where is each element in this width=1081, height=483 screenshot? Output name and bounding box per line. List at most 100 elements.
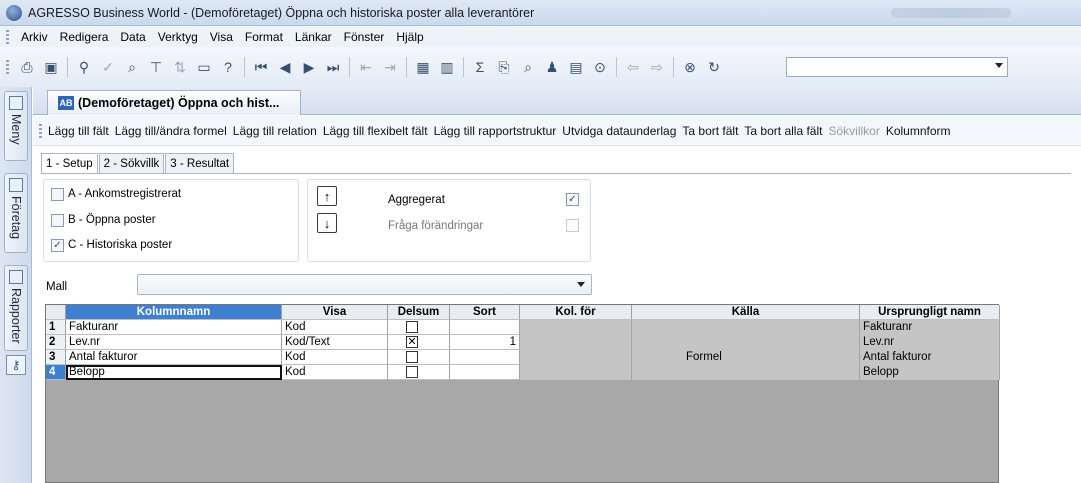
last-icon[interactable]: ⏭	[323, 57, 343, 77]
copy-icon[interactable]: ⎘	[494, 57, 514, 77]
filter-icon[interactable]: ⊤	[146, 57, 166, 77]
visa-cell[interactable]: Kod/Text	[282, 335, 388, 350]
action-9[interactable]: Kolumnform	[886, 124, 951, 138]
menu-arkiv[interactable]: Arkiv	[15, 30, 54, 44]
sort-icon[interactable]: ⇅	[170, 57, 190, 77]
table-row[interactable]: 3 Antal fakturor Kod Formel Antal fakturor	[46, 350, 1000, 365]
kol-for-cell	[520, 335, 632, 350]
delsum-checkbox[interactable]	[406, 366, 418, 378]
column-name-cell[interactable]: Lev.nr	[66, 335, 282, 350]
action-1[interactable]: Lägg till/ändra formel	[115, 124, 227, 138]
tab-setup[interactable]: 1 - Setup	[41, 153, 98, 174]
tab-sokvillk[interactable]: 2 - Sökvillk	[98, 153, 165, 173]
delsum-checkbox[interactable]: ✕	[406, 336, 418, 348]
column-name-cell[interactable]: Fakturanr	[66, 320, 282, 335]
move-up-button[interactable]: ↑	[317, 186, 337, 206]
find-icon[interactable]: ⚲	[74, 57, 94, 77]
screen-icon[interactable]: ▤	[566, 57, 586, 77]
menu-visa[interactable]: Visa	[204, 30, 239, 44]
action-2[interactable]: Lägg till relation	[233, 124, 317, 138]
aggregerat-checkbox[interactable]: ✓	[566, 193, 579, 206]
visa-cell[interactable]: Kod	[282, 320, 388, 335]
column-header[interactable]: Delsum	[388, 305, 450, 320]
column-header[interactable]: Källa	[632, 305, 860, 320]
next-icon[interactable]: ▶	[299, 57, 319, 77]
menu-lankar[interactable]: Länkar	[289, 30, 338, 44]
delsum-cell[interactable]: ✕	[388, 335, 450, 350]
option-b-checkbox[interactable]	[51, 214, 64, 227]
help-icon[interactable]: ?	[218, 57, 238, 77]
chevron-down-icon[interactable]	[995, 63, 1003, 68]
menu-data[interactable]: Data	[114, 30, 151, 44]
stop-icon[interactable]: ⊗	[680, 57, 700, 77]
delsum-checkbox[interactable]	[406, 321, 418, 333]
delsum-cell[interactable]	[388, 350, 450, 365]
sidebar-tab-rapporter[interactable]: Rapporter	[4, 265, 28, 351]
document-tab[interactable]: AB (Demoföretaget) Öppna och hist...	[47, 90, 301, 115]
table-icon[interactable]: ▦	[413, 57, 433, 77]
option-a-checkbox[interactable]	[51, 188, 64, 201]
sort-cell[interactable]: 1	[450, 335, 520, 350]
delsum-cell[interactable]	[388, 320, 450, 335]
delsum-checkbox[interactable]	[406, 351, 418, 363]
indent-icon[interactable]: ⇤	[356, 57, 376, 77]
key-icon[interactable]: ⚷	[6, 355, 26, 375]
visa-cell[interactable]: Kod	[282, 365, 388, 380]
outdent-icon[interactable]: ⇥	[380, 57, 400, 77]
sum-icon[interactable]: Σ	[470, 57, 490, 77]
mall-select[interactable]	[137, 274, 592, 295]
chevron-down-icon[interactable]	[577, 282, 585, 287]
save-icon[interactable]: ▣	[41, 57, 61, 77]
check-icon[interactable]: ✓	[98, 57, 118, 77]
action-0[interactable]: Lägg till fält	[48, 124, 109, 138]
toolbar-grip[interactable]	[6, 60, 9, 74]
sidebar-tab-meny[interactable]: Meny	[4, 91, 28, 161]
column-header[interactable]: Kolumnnamn	[66, 305, 282, 320]
menu-format[interactable]: Format	[239, 30, 289, 44]
column-name-cell[interactable]: Antal fakturor	[66, 350, 282, 365]
sort-cell[interactable]	[450, 365, 520, 380]
search-icon[interactable]: ⌕	[518, 57, 538, 77]
table-row[interactable]: 2 Lev.nr Kod/Text ✕ 1 Lev.nr	[46, 335, 1000, 350]
move-down-button[interactable]: ↓	[317, 213, 337, 233]
sort-cell[interactable]	[450, 350, 520, 365]
column-header[interactable]: Visa	[282, 305, 388, 320]
column-header[interactable]: Sort	[450, 305, 520, 320]
table-row[interactable]: 1 Fakturanr Kod Fakturanr	[46, 320, 1000, 335]
chart-icon[interactable]: ▥	[437, 57, 457, 77]
option-c-checkbox[interactable]: ✓	[51, 239, 64, 252]
visa-cell[interactable]: Kod	[282, 350, 388, 365]
action-grip[interactable]	[39, 123, 42, 138]
delsum-cell[interactable]	[388, 365, 450, 380]
menu-verktyg[interactable]: Verktyg	[152, 30, 204, 44]
action-3[interactable]: Lägg till flexibelt fält	[323, 124, 428, 138]
table-row[interactable]: 4 Belopp Kod Belopp	[46, 365, 1000, 380]
fraga-checkbox[interactable]	[566, 219, 579, 232]
action-6[interactable]: Ta bort fält	[682, 124, 738, 138]
column-header[interactable]: Ursprungligt namn	[860, 305, 1000, 320]
tab-resultat[interactable]: 3 - Resultat	[165, 153, 235, 173]
menu-redigera[interactable]: Redigera	[54, 30, 115, 44]
refresh-icon[interactable]: ↻	[704, 57, 724, 77]
back-icon[interactable]: ⇦	[623, 57, 643, 77]
zoom-icon[interactable]: ⌕	[122, 57, 142, 77]
toolbar-combo[interactable]	[786, 57, 1008, 77]
action-4[interactable]: Lägg till rapportstruktur	[434, 124, 557, 138]
action-5[interactable]: Utvidga dataunderlag	[562, 124, 676, 138]
sidebar-tab-foretag[interactable]: Företag	[4, 173, 28, 253]
first-icon[interactable]: ⏮	[251, 57, 271, 77]
users-icon[interactable]: ♟	[542, 57, 562, 77]
column-header[interactable]: Kol. för	[520, 305, 632, 320]
column-name-cell[interactable]: Belopp	[66, 365, 282, 380]
menu-hjalp[interactable]: Hjälp	[390, 30, 429, 44]
menu-grip[interactable]	[6, 29, 9, 44]
menu-fonster[interactable]: Fönster	[338, 30, 391, 44]
action-7[interactable]: Ta bort alla fält	[744, 124, 822, 138]
sort-cell[interactable]	[450, 320, 520, 335]
prev-icon[interactable]: ◀	[275, 57, 295, 77]
binoculars-icon[interactable]: ⊙	[590, 57, 610, 77]
forward-icon[interactable]: ⇨	[647, 57, 667, 77]
action-8[interactable]: Sökvillkor	[828, 124, 879, 138]
print-icon[interactable]: ⎙	[17, 57, 37, 77]
window-icon[interactable]: ▭	[194, 57, 214, 77]
